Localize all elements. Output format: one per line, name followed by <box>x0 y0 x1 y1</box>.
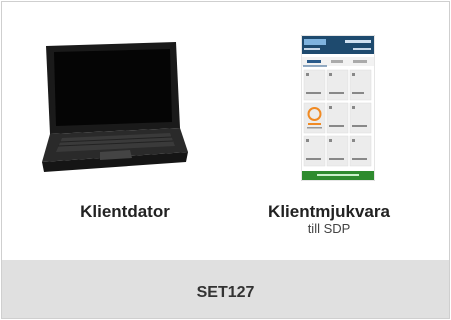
app-screenshot-image <box>301 35 375 181</box>
client-software-item: Klientmjukvara till SDP <box>234 22 424 242</box>
laptop-image <box>42 42 188 172</box>
footer-panel: SET127 <box>2 260 449 318</box>
client-software-label: Klientmjukvara <box>268 202 390 221</box>
product-code: SET127 <box>196 284 255 301</box>
client-software-sublabel: till SDP <box>307 221 351 236</box>
client-computer-item: Klientdator <box>30 22 220 242</box>
product-images-area: Klientdator Klientmjukvara till SDP <box>2 2 449 260</box>
product-card: Klientdator Klientmjukvara till SDP SET1… <box>1 1 450 319</box>
client-computer-label: Klientdator <box>80 202 170 221</box>
